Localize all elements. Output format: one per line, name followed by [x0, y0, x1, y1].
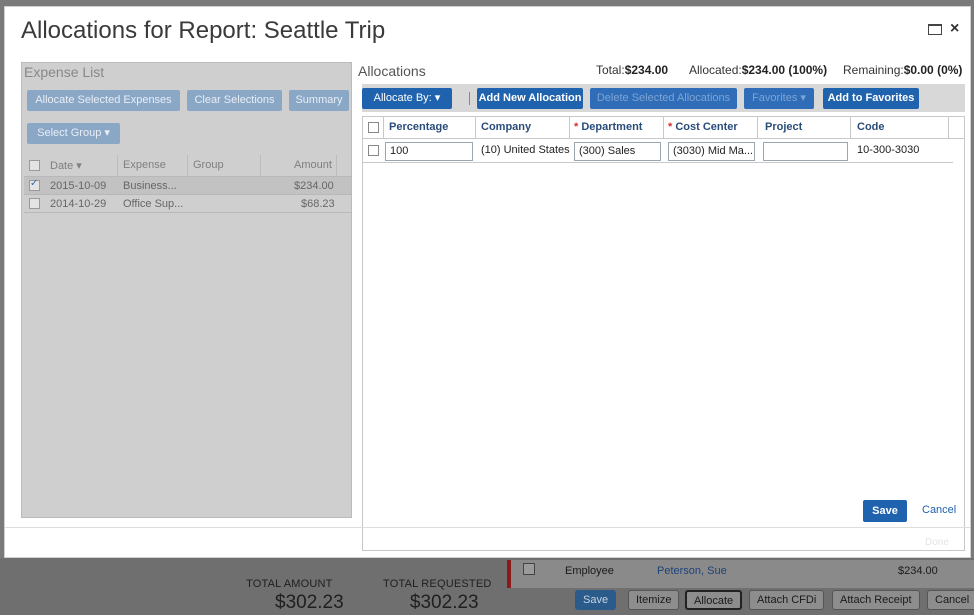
select-group-button[interactable]: Select Group ▾	[27, 123, 120, 144]
expense-amount: $234.00	[294, 180, 334, 192]
attendee-amount: $234.00	[898, 565, 938, 577]
col-code: Code	[857, 121, 885, 133]
save-button[interactable]: Save	[863, 500, 907, 522]
expense-list-panel: Expense List Allocate Selected Expenses …	[21, 62, 352, 518]
done-button[interactable]: Done	[925, 537, 949, 548]
allocated-label: Allocated:	[689, 63, 742, 77]
allocations-grid: Percentage Company * Department * Cost C…	[362, 116, 965, 551]
allocation-row: 100 (10) United States (300) Sales (3030…	[363, 139, 953, 163]
col-company: Company	[481, 121, 532, 133]
modal-footer-divider	[5, 527, 970, 528]
total-summary: Total:$234.00	[596, 63, 668, 77]
attach-cfdi-button[interactable]: Attach CFDi	[749, 590, 825, 610]
allocations-toolbar: Allocate By: ▾ Add New Allocation Delete…	[362, 84, 965, 112]
report-save-button[interactable]: Save	[575, 590, 617, 610]
allocation-row-checkbox[interactable]	[368, 145, 379, 156]
delete-selected-allocations-button[interactable]: Delete Selected Allocations	[590, 88, 737, 109]
attendee-name-link[interactable]: Peterson, Sue	[657, 565, 727, 577]
expense-date: 2015-10-09	[50, 180, 107, 192]
close-icon[interactable]: ×	[950, 20, 959, 38]
percentage-input[interactable]: 100	[385, 142, 473, 161]
total-requested-label: TOTAL REQUESTED	[383, 578, 492, 590]
toolbar-separator	[469, 92, 470, 105]
col-expense[interactable]: Expense	[123, 159, 166, 171]
summary-button[interactable]: Summary	[289, 90, 349, 111]
allocations-panel: Allocations Total:$234.00 Allocated:$234…	[355, 62, 972, 551]
col-cost-center: * Cost Center	[668, 121, 738, 133]
col-percentage: Percentage	[389, 121, 449, 133]
total-requested-value: $302.23	[409, 592, 479, 613]
allocate-selected-expenses-button[interactable]: Allocate Selected Expenses	[27, 90, 180, 111]
col-project: Project	[765, 121, 803, 133]
allocations-grid-header: Percentage Company * Department * Cost C…	[363, 117, 964, 139]
col-amount[interactable]: Amount	[294, 159, 332, 171]
attendee-type: Employee	[565, 565, 614, 577]
select-all-checkbox[interactable]	[29, 160, 40, 171]
total-amount: TOTAL AMOUNT $302.23	[235, 578, 344, 614]
row-checkbox[interactable]	[29, 178, 40, 191]
expense-list-header: Date ▾ Expense Group Amount	[24, 155, 351, 177]
cancel-link[interactable]: Cancel	[922, 504, 956, 516]
total-amount-label: TOTAL AMOUNT	[246, 578, 333, 590]
department-field[interactable]: (300) Sales	[574, 142, 661, 161]
report-cancel-button[interactable]: Cancel	[927, 590, 974, 610]
total-value: $234.00	[624, 63, 669, 77]
allocations-heading: Allocations	[358, 63, 426, 79]
total-requested: TOTAL REQUESTED $302.23	[383, 578, 492, 614]
select-all-allocations-checkbox[interactable]	[368, 122, 379, 133]
col-group[interactable]: Group	[193, 159, 224, 171]
allocated-value: $234.00 (100%)	[741, 63, 828, 77]
itemize-button[interactable]: Itemize	[628, 590, 680, 610]
allocations-modal: Allocations for Report: Seattle Trip × E…	[4, 6, 971, 558]
allocate-by-button[interactable]: Allocate By: ▾	[362, 88, 452, 109]
remaining-summary: Remaining:$0.00 (0%)	[843, 63, 962, 77]
attendee-checkbox[interactable]	[523, 563, 535, 575]
total-amount-value: $302.23	[275, 592, 344, 613]
clear-selections-button[interactable]: Clear Selections	[187, 90, 282, 111]
favorites-button[interactable]: Favorites ▾	[744, 88, 814, 109]
total-label: Total:	[596, 63, 625, 77]
remaining-value: $0.00 (0%)	[903, 63, 963, 77]
modal-title: Allocations for Report: Seattle Trip	[21, 17, 386, 44]
expense-row[interactable]: 2014-10-29 Office Sup... $68.23	[24, 195, 351, 213]
company-value: (10) United States	[481, 144, 570, 156]
maximize-icon[interactable]	[928, 24, 942, 35]
row-checkbox[interactable]	[29, 198, 40, 209]
add-to-favorites-button[interactable]: Add to Favorites	[823, 88, 919, 109]
allocated-summary: Allocated:$234.00 (100%)	[689, 63, 827, 77]
expense-row[interactable]: 2015-10-09 Business... $234.00	[24, 177, 351, 195]
remaining-label: Remaining:	[843, 63, 904, 77]
col-date[interactable]: Date ▾	[50, 159, 82, 172]
row-indicator	[507, 560, 511, 588]
col-cost-center-label: Cost Center	[675, 121, 738, 133]
code-value: 10-300-3030	[857, 144, 920, 156]
allocate-button[interactable]: Allocate	[685, 590, 743, 610]
expense-list-heading: Expense List	[24, 64, 105, 80]
col-department-label: Department	[581, 121, 643, 133]
project-field[interactable]	[763, 142, 848, 161]
expense-date: 2014-10-29	[50, 198, 107, 210]
required-marker: *	[668, 121, 673, 133]
required-marker: *	[574, 121, 579, 133]
cost-center-field[interactable]: (3030) Mid Ma...	[668, 142, 755, 161]
expense-type: Office Sup...	[123, 198, 184, 210]
col-department: * Department	[574, 121, 642, 133]
expense-type: Business...	[123, 180, 177, 192]
attach-receipt-button[interactable]: Attach Receipt	[832, 590, 920, 610]
expense-amount: $68.23	[301, 198, 335, 210]
add-new-allocation-button[interactable]: Add New Allocation	[477, 88, 583, 109]
